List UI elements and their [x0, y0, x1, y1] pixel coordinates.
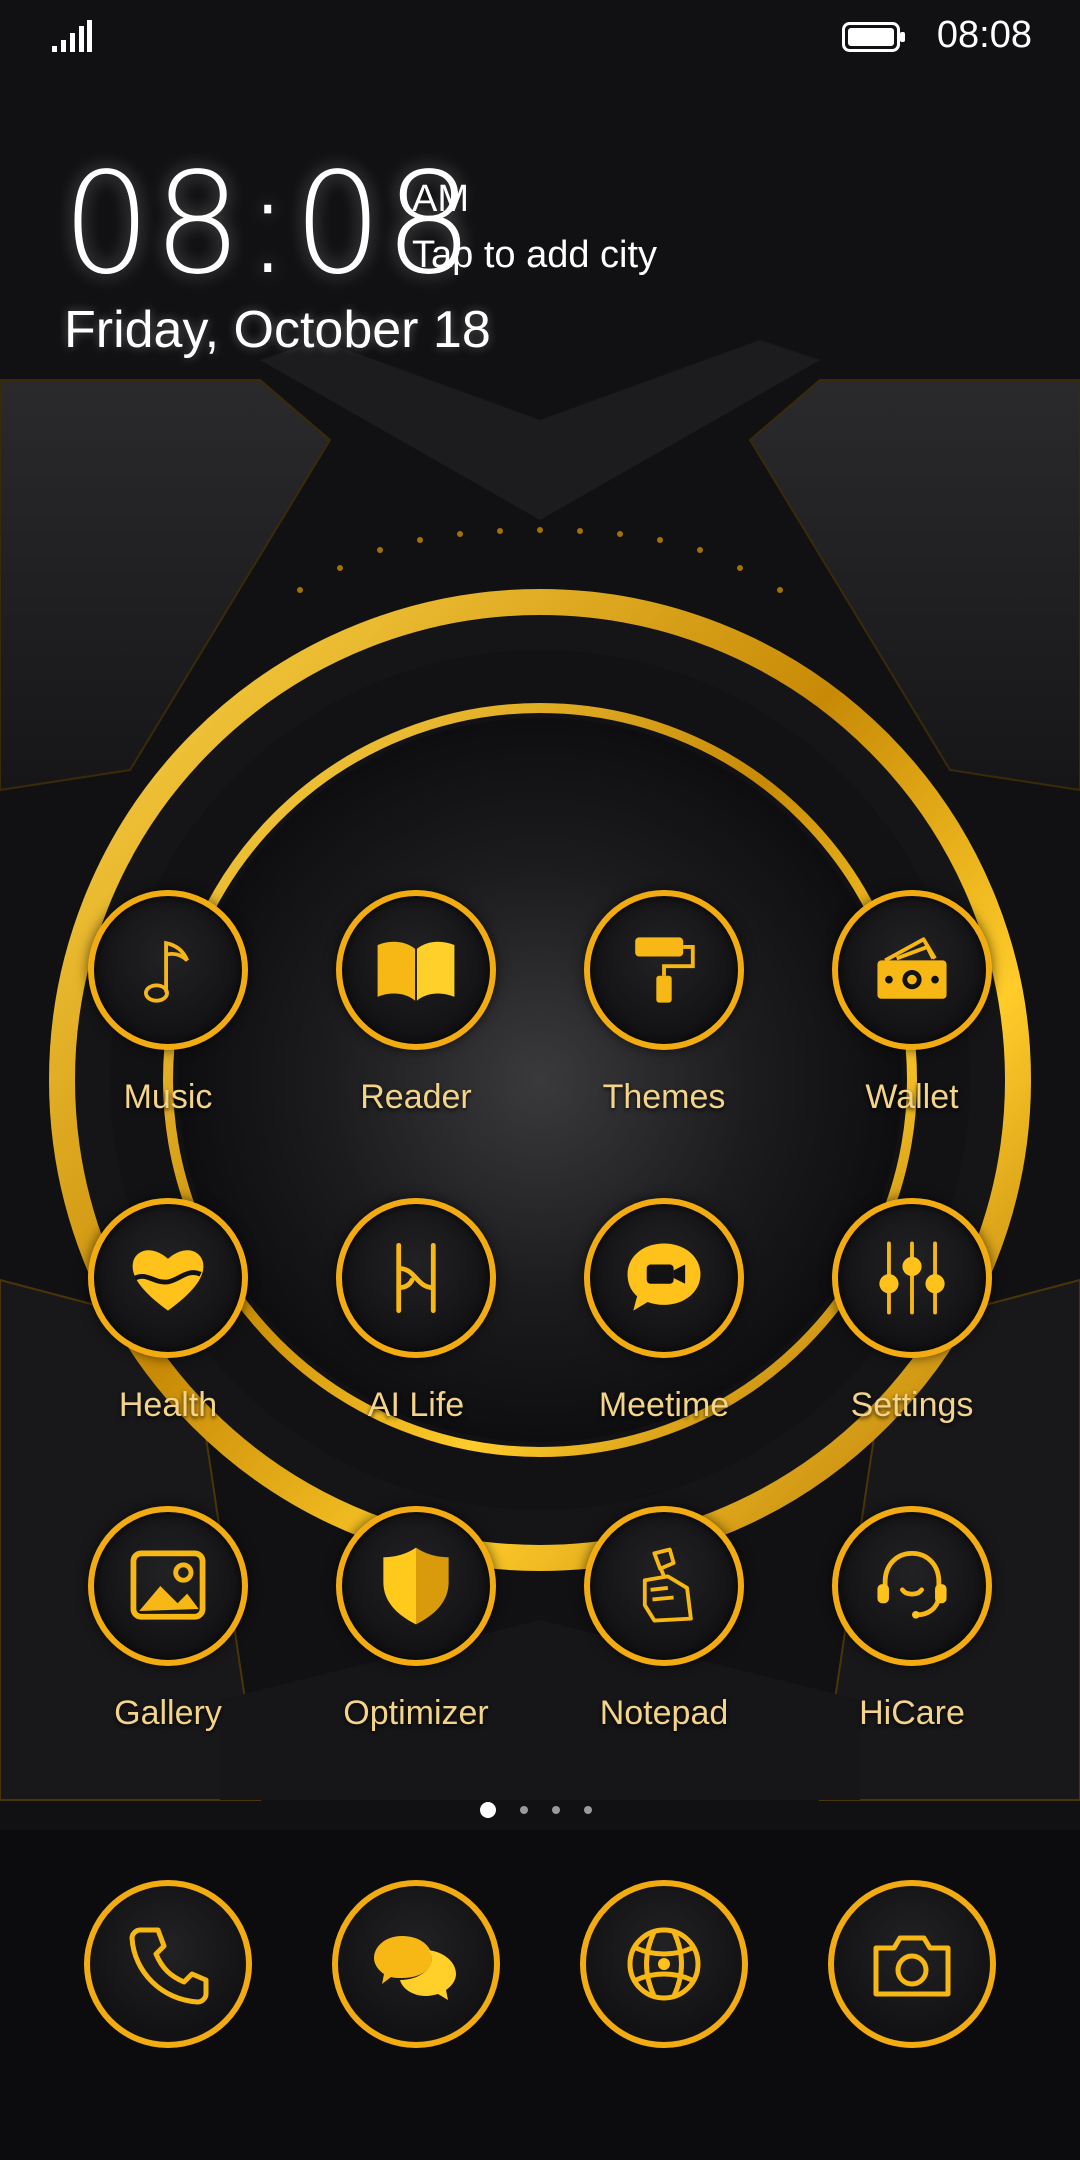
- dock-messages[interactable]: [312, 1880, 512, 2080]
- app-icon-frame: [584, 1198, 744, 1358]
- app-label: Wallet: [865, 1078, 959, 1116]
- app-icon-frame: [832, 1506, 992, 1666]
- app-icon-frame: [88, 890, 248, 1050]
- heart-icon: [132, 1250, 204, 1311]
- dock-browser[interactable]: [560, 1880, 760, 2080]
- status-bar: 08:08: [0, 0, 1080, 76]
- dock-camera[interactable]: [808, 1880, 1008, 2080]
- add-city-link[interactable]: Tap to add city: [412, 234, 657, 277]
- app-label: Meetime: [598, 1386, 730, 1424]
- app-label: Settings: [850, 1386, 974, 1424]
- phone-icon: [129, 1927, 209, 2005]
- app-label: Health: [118, 1386, 218, 1424]
- dock-phone[interactable]: [64, 1880, 264, 2080]
- clock-widget[interactable]: 08:08 AM Tap to add city Friday, October…: [62, 150, 762, 380]
- headset-icon: [877, 1550, 947, 1619]
- app-icon-frame: [580, 1880, 748, 2048]
- app-hicare[interactable]: HiCare: [812, 1506, 1012, 1766]
- clock-time: 08:08: [62, 143, 476, 306]
- signal-icon: [52, 20, 92, 52]
- paint-roller-icon: [635, 937, 695, 1003]
- app-wallet[interactable]: Wallet: [812, 890, 1012, 1150]
- app-icon-frame: [584, 1506, 744, 1666]
- app-ai-life[interactable]: AI Life: [316, 1198, 516, 1458]
- browser-icon: [627, 1927, 701, 2001]
- page-dot-active[interactable]: [480, 1802, 496, 1818]
- page-dot[interactable]: [552, 1806, 560, 1814]
- app-icon-frame: [336, 1506, 496, 1666]
- book-icon: [377, 941, 455, 1001]
- app-music[interactable]: Music: [68, 890, 268, 1150]
- app-icon-frame: [336, 1198, 496, 1358]
- page-dot[interactable]: [520, 1806, 528, 1814]
- status-time: 08:08: [936, 14, 1032, 56]
- app-label: HiCare: [859, 1694, 965, 1732]
- video-chat-icon: [627, 1243, 701, 1311]
- image-icon: [130, 1550, 206, 1620]
- clock-ampm: AM: [412, 178, 469, 220]
- app-label: Themes: [602, 1078, 726, 1116]
- app-health[interactable]: Health: [68, 1198, 268, 1458]
- sliders-icon: [879, 1241, 945, 1315]
- ai-life-icon: [396, 1242, 436, 1314]
- app-icon-frame: [584, 890, 744, 1050]
- battery-icon: [842, 22, 905, 52]
- app-meetime[interactable]: Meetime: [564, 1198, 764, 1458]
- app-label: AI Life: [367, 1386, 465, 1424]
- app-icon-frame: [828, 1880, 996, 2048]
- app-icon-frame: [332, 1880, 500, 2048]
- app-gallery[interactable]: Gallery: [68, 1506, 268, 1766]
- app-notepad[interactable]: Notepad: [564, 1506, 764, 1766]
- app-optimizer[interactable]: Optimizer: [316, 1506, 516, 1766]
- shield-icon: [383, 1547, 449, 1625]
- app-label: Optimizer: [343, 1694, 489, 1732]
- clock-date: Friday, October 18: [64, 301, 491, 359]
- app-icon-frame: [84, 1880, 252, 2048]
- wallet-icon: [877, 937, 947, 999]
- camera-icon: [873, 1935, 951, 1997]
- app-label: Gallery: [114, 1694, 222, 1732]
- app-icon-frame: [832, 1198, 992, 1358]
- app-label: Notepad: [599, 1694, 729, 1732]
- app-icon-frame: [88, 1198, 248, 1358]
- app-reader[interactable]: Reader: [316, 890, 516, 1150]
- notepad-icon: [642, 1547, 693, 1623]
- messages-icon: [374, 1936, 456, 2000]
- app-label: Music: [123, 1078, 213, 1116]
- app-icon-frame: [832, 890, 992, 1050]
- app-settings[interactable]: Settings: [812, 1198, 1012, 1458]
- app-icon-frame: [88, 1506, 248, 1666]
- page-indicator[interactable]: [480, 1802, 600, 1822]
- app-label: Reader: [360, 1078, 472, 1116]
- app-icon-frame: [336, 890, 496, 1050]
- app-themes[interactable]: Themes: [564, 890, 764, 1150]
- music-note-icon: [144, 940, 189, 1003]
- page-dot[interactable]: [584, 1806, 592, 1814]
